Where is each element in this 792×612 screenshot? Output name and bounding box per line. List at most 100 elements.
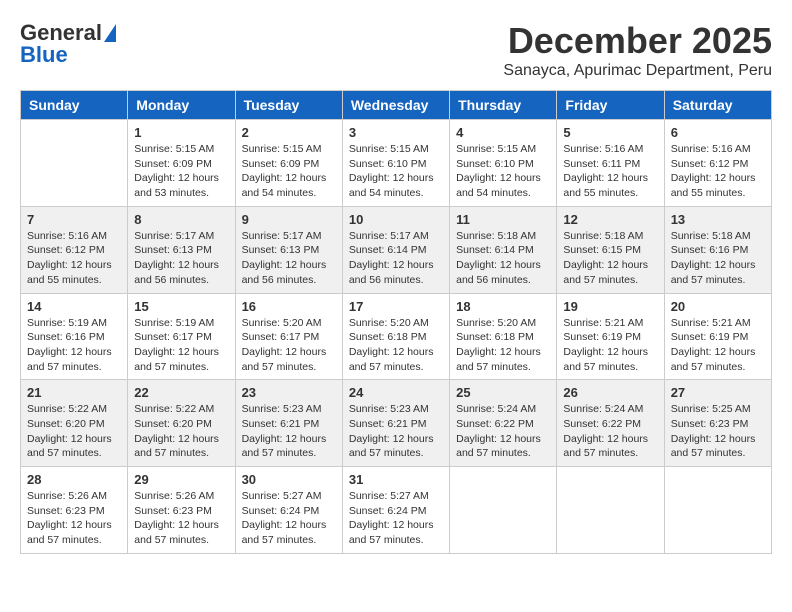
day-content: Sunrise: 5:24 AM Sunset: 6:22 PM Dayligh…: [563, 402, 657, 461]
calendar-cell: 2 Sunrise: 5:15 AM Sunset: 6:09 PM Daylig…: [235, 120, 342, 207]
day-number: 19: [563, 299, 657, 314]
calendar-cell: 7 Sunrise: 5:16 AM Sunset: 6:12 PM Daylig…: [21, 206, 128, 293]
calendar-header-row: SundayMondayTuesdayWednesdayThursdayFrid…: [21, 91, 772, 120]
day-number: 2: [242, 125, 336, 140]
calendar-cell: 18Sunrise: 5:20 AM Sunset: 6:18 PM Dayli…: [450, 293, 557, 380]
calendar-cell: 19Sunrise: 5:21 AM Sunset: 6:19 PM Dayli…: [557, 293, 664, 380]
day-content: Sunrise: 5:17 AM Sunset: 6:13 PM Dayligh…: [134, 229, 228, 288]
calendar-cell: 4 Sunrise: 5:15 AM Sunset: 6:10 PM Daylig…: [450, 120, 557, 207]
day-number: 7: [27, 212, 121, 227]
calendar-cell: 12 Sunrise: 5:18 AM Sunset: 6:15 PM Dayli…: [557, 206, 664, 293]
day-content: Sunrise: 5:16 AM Sunset: 6:12 PM Dayligh…: [671, 142, 765, 201]
day-content: Sunrise: 5:24 AM Sunset: 6:22 PM Dayligh…: [456, 402, 550, 461]
page-header: General Blue December 2025 Sanayca, Apur…: [20, 20, 772, 80]
day-content: Sunrise: 5:27 AM Sunset: 6:24 PM Dayligh…: [349, 489, 443, 548]
day-number: 20: [671, 299, 765, 314]
day-content: Sunrise: 5:22 AM Sunset: 6:20 PM Dayligh…: [27, 402, 121, 461]
calendar-cell: 24Sunrise: 5:23 AM Sunset: 6:21 PM Dayli…: [342, 380, 449, 467]
calendar-subtitle: Sanayca, Apurimac Department, Peru: [503, 62, 772, 80]
day-content: Sunrise: 5:26 AM Sunset: 6:23 PM Dayligh…: [134, 489, 228, 548]
day-number: 28: [27, 472, 121, 487]
logo-triangle-icon: [104, 24, 116, 42]
calendar-cell: 8 Sunrise: 5:17 AM Sunset: 6:13 PM Daylig…: [128, 206, 235, 293]
day-content: Sunrise: 5:20 AM Sunset: 6:17 PM Dayligh…: [242, 316, 336, 375]
calendar-cell: 9 Sunrise: 5:17 AM Sunset: 6:13 PM Daylig…: [235, 206, 342, 293]
calendar-cell: [21, 120, 128, 207]
day-content: Sunrise: 5:25 AM Sunset: 6:23 PM Dayligh…: [671, 402, 765, 461]
day-number: 14: [27, 299, 121, 314]
calendar-cell: 14 Sunrise: 5:19 AM Sunset: 6:16 PM Dayli…: [21, 293, 128, 380]
calendar-cell: 6 Sunrise: 5:16 AM Sunset: 6:12 PM Daylig…: [664, 120, 771, 207]
day-content: Sunrise: 5:27 AM Sunset: 6:24 PM Dayligh…: [242, 489, 336, 548]
day-number: 6: [671, 125, 765, 140]
day-content: Sunrise: 5:18 AM Sunset: 6:15 PM Dayligh…: [563, 229, 657, 288]
calendar-cell: 11 Sunrise: 5:18 AM Sunset: 6:14 PM Dayli…: [450, 206, 557, 293]
day-content: Sunrise: 5:20 AM Sunset: 6:18 PM Dayligh…: [349, 316, 443, 375]
week-row-3: 21 Sunrise: 5:22 AM Sunset: 6:20 PM Dayli…: [21, 380, 772, 467]
day-content: Sunrise: 5:15 AM Sunset: 6:10 PM Dayligh…: [456, 142, 550, 201]
day-number: 3: [349, 125, 443, 140]
day-number: 1: [134, 125, 228, 140]
calendar-cell: 10 Sunrise: 5:17 AM Sunset: 6:14 PM Dayli…: [342, 206, 449, 293]
calendar-cell: [664, 467, 771, 554]
day-number: 8: [134, 212, 228, 227]
calendar-cell: 29 Sunrise: 5:26 AM Sunset: 6:23 PM Dayli…: [128, 467, 235, 554]
day-number: 26: [563, 385, 657, 400]
day-content: Sunrise: 5:17 AM Sunset: 6:14 PM Dayligh…: [349, 229, 443, 288]
day-number: 16: [242, 299, 336, 314]
calendar-cell: 20 Sunrise: 5:21 AM Sunset: 6:19 PM Dayli…: [664, 293, 771, 380]
day-number: 10: [349, 212, 443, 227]
calendar-cell: 22Sunrise: 5:22 AM Sunset: 6:20 PM Dayli…: [128, 380, 235, 467]
calendar-table: SundayMondayTuesdayWednesdayThursdayFrid…: [20, 90, 772, 554]
calendar-cell: 13 Sunrise: 5:18 AM Sunset: 6:16 PM Dayli…: [664, 206, 771, 293]
day-number: 23: [242, 385, 336, 400]
week-row-2: 14 Sunrise: 5:19 AM Sunset: 6:16 PM Dayli…: [21, 293, 772, 380]
day-number: 13: [671, 212, 765, 227]
day-content: Sunrise: 5:20 AM Sunset: 6:18 PM Dayligh…: [456, 316, 550, 375]
calendar-cell: 28 Sunrise: 5:26 AM Sunset: 6:23 PM Dayli…: [21, 467, 128, 554]
week-row-0: 1 Sunrise: 5:15 AM Sunset: 6:09 PM Daylig…: [21, 120, 772, 207]
day-content: Sunrise: 5:15 AM Sunset: 6:09 PM Dayligh…: [242, 142, 336, 201]
calendar-cell: 3 Sunrise: 5:15 AM Sunset: 6:10 PM Daylig…: [342, 120, 449, 207]
day-content: Sunrise: 5:21 AM Sunset: 6:19 PM Dayligh…: [671, 316, 765, 375]
day-content: Sunrise: 5:19 AM Sunset: 6:17 PM Dayligh…: [134, 316, 228, 375]
calendar-cell: 17 Sunrise: 5:20 AM Sunset: 6:18 PM Dayli…: [342, 293, 449, 380]
calendar-title: December 2025: [503, 20, 772, 62]
calendar-cell: [450, 467, 557, 554]
day-header-thursday: Thursday: [450, 91, 557, 120]
calendar-cell: 27Sunrise: 5:25 AM Sunset: 6:23 PM Dayli…: [664, 380, 771, 467]
day-content: Sunrise: 5:19 AM Sunset: 6:16 PM Dayligh…: [27, 316, 121, 375]
calendar-cell: 1 Sunrise: 5:15 AM Sunset: 6:09 PM Daylig…: [128, 120, 235, 207]
day-number: 4: [456, 125, 550, 140]
day-number: 29: [134, 472, 228, 487]
day-content: Sunrise: 5:18 AM Sunset: 6:14 PM Dayligh…: [456, 229, 550, 288]
day-content: Sunrise: 5:18 AM Sunset: 6:16 PM Dayligh…: [671, 229, 765, 288]
day-number: 17: [349, 299, 443, 314]
calendar-cell: 16 Sunrise: 5:20 AM Sunset: 6:17 PM Dayli…: [235, 293, 342, 380]
day-content: Sunrise: 5:22 AM Sunset: 6:20 PM Dayligh…: [134, 402, 228, 461]
logo-blue: Blue: [20, 42, 68, 68]
day-number: 9: [242, 212, 336, 227]
day-number: 11: [456, 212, 550, 227]
calendar-cell: 15 Sunrise: 5:19 AM Sunset: 6:17 PM Dayli…: [128, 293, 235, 380]
week-row-4: 28 Sunrise: 5:26 AM Sunset: 6:23 PM Dayli…: [21, 467, 772, 554]
day-content: Sunrise: 5:16 AM Sunset: 6:12 PM Dayligh…: [27, 229, 121, 288]
day-content: Sunrise: 5:26 AM Sunset: 6:23 PM Dayligh…: [27, 489, 121, 548]
day-content: Sunrise: 5:16 AM Sunset: 6:11 PM Dayligh…: [563, 142, 657, 201]
day-header-friday: Friday: [557, 91, 664, 120]
day-number: 5: [563, 125, 657, 140]
day-content: Sunrise: 5:17 AM Sunset: 6:13 PM Dayligh…: [242, 229, 336, 288]
day-header-tuesday: Tuesday: [235, 91, 342, 120]
day-number: 12: [563, 212, 657, 227]
title-block: December 2025 Sanayca, Apurimac Departme…: [503, 20, 772, 80]
day-header-wednesday: Wednesday: [342, 91, 449, 120]
calendar-cell: 31 Sunrise: 5:27 AM Sunset: 6:24 PM Dayli…: [342, 467, 449, 554]
calendar-cell: 23Sunrise: 5:23 AM Sunset: 6:21 PM Dayli…: [235, 380, 342, 467]
day-header-sunday: Sunday: [21, 91, 128, 120]
day-content: Sunrise: 5:15 AM Sunset: 6:10 PM Dayligh…: [349, 142, 443, 201]
day-number: 15: [134, 299, 228, 314]
calendar-cell: 25Sunrise: 5:24 AM Sunset: 6:22 PM Dayli…: [450, 380, 557, 467]
day-number: 21: [27, 385, 121, 400]
day-number: 31: [349, 472, 443, 487]
day-content: Sunrise: 5:15 AM Sunset: 6:09 PM Dayligh…: [134, 142, 228, 201]
